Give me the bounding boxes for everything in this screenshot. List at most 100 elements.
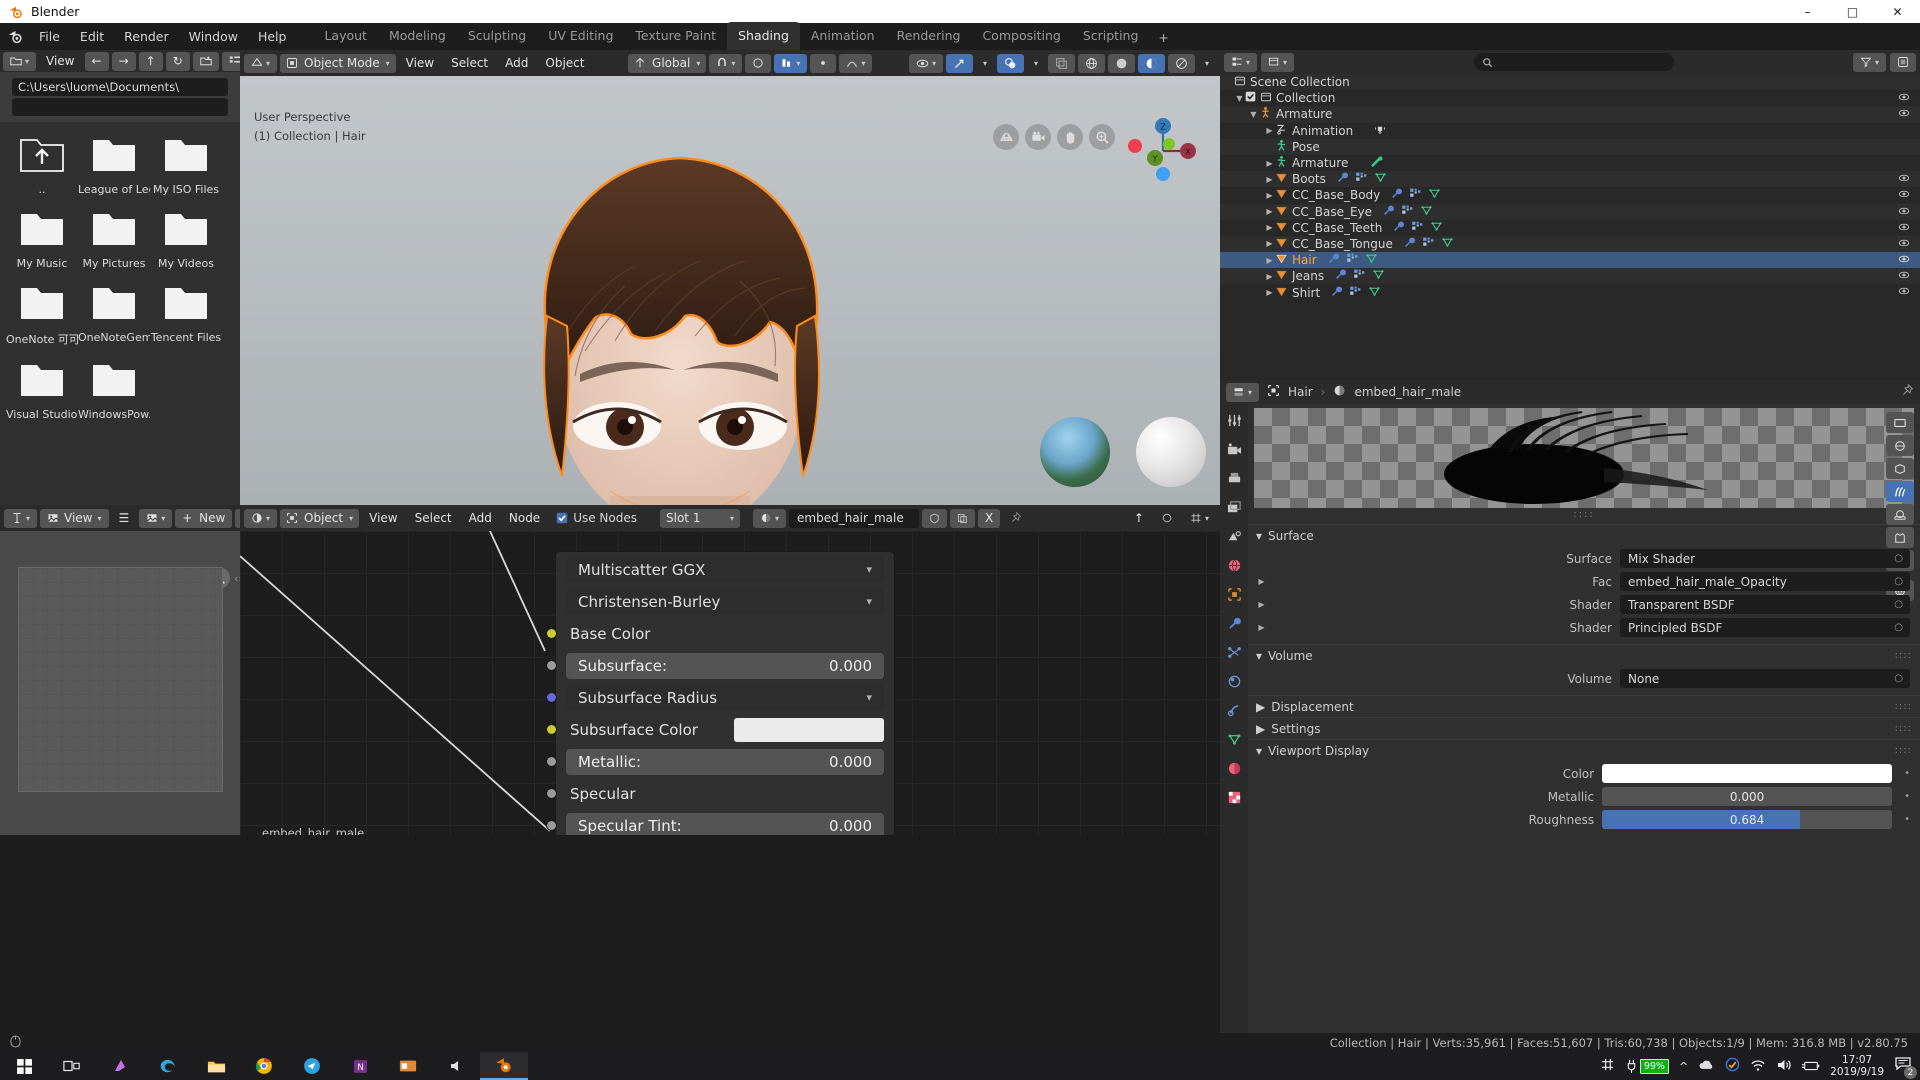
- tab-object-data-icon[interactable]: [1223, 729, 1245, 749]
- snap-magnet-button[interactable]: ▾: [709, 53, 743, 73]
- expand-triangle-icon[interactable]: ▶: [1264, 256, 1275, 265]
- tab-physics-icon[interactable]: [1223, 671, 1245, 691]
- battery-tray-icon[interactable]: [1802, 1057, 1820, 1076]
- file-item[interactable]: My Pictures: [78, 210, 150, 270]
- outliner-row-cc-base-tongue[interactable]: ▶ CC_Base_Tongue: [1220, 235, 1920, 253]
- visibility-eye-icon[interactable]: [1898, 221, 1910, 236]
- overlays-toggle-button[interactable]: [996, 53, 1024, 73]
- node-row-subsurface-radius[interactable]: Subsurface Radius ▾: [546, 683, 884, 712]
- browse-material-button[interactable]: ▾: [753, 508, 787, 528]
- blender-taskbar-icon[interactable]: [480, 1052, 528, 1080]
- preview-plane-icon[interactable]: [1886, 412, 1914, 433]
- onenote-icon[interactable]: N: [336, 1052, 384, 1080]
- outliner-row-armature-data[interactable]: ▶ Armature: [1220, 155, 1920, 171]
- editor-type-selector-outliner[interactable]: ▾: [1224, 52, 1258, 72]
- panel-expand-triangle-icon[interactable]: ▾: [1256, 529, 1262, 543]
- viewport-menu-select[interactable]: Select: [444, 54, 495, 73]
- image-editor-mode-button[interactable]: View ▾: [40, 508, 109, 528]
- link-dot-icon[interactable]: ○: [1894, 553, 1903, 564]
- node-row-specular[interactable]: Specular: [546, 779, 884, 808]
- image-browse-button[interactable]: ▾: [139, 508, 173, 528]
- visibility-eye-icon[interactable]: [1898, 253, 1910, 268]
- ime-icon[interactable]: [1600, 1057, 1615, 1076]
- viewport-menu-view[interactable]: View: [399, 54, 441, 73]
- menu-edit[interactable]: Edit: [71, 25, 113, 48]
- toggle-camera-perspective-icon[interactable]: [993, 124, 1019, 150]
- camera-view-icon[interactable]: [1025, 124, 1051, 150]
- shader-menu-select[interactable]: Select: [408, 509, 459, 528]
- expand-triangle-icon[interactable]: ▶: [1264, 159, 1275, 168]
- shading-material-preview-button[interactable]: [1137, 53, 1165, 73]
- fac-field[interactable]: embed_hair_male_Opacity ○: [1620, 572, 1910, 591]
- outliner-row-collection[interactable]: ▼ Collection: [1220, 90, 1920, 106]
- outliner-display-mode-button[interactable]: ▾: [1261, 52, 1295, 72]
- expand-triangle-icon[interactable]: ▼: [1248, 110, 1259, 119]
- outliner-row-animation[interactable]: ▶ Animation: [1220, 123, 1920, 139]
- show-hidden-icons-chevron[interactable]: ^: [1679, 1060, 1688, 1073]
- file-item[interactable]: My ISO Files: [150, 136, 222, 196]
- fake-user-button[interactable]: [922, 508, 948, 528]
- tab-texture-paint[interactable]: Texture Paint: [624, 22, 727, 50]
- app-icon[interactable]: [384, 1052, 432, 1080]
- shading-wireframe-button[interactable]: [1077, 53, 1105, 73]
- outliner-row-hair[interactable]: ▶ Hair: [1220, 252, 1920, 269]
- tab-sculpting[interactable]: Sculpting: [457, 22, 537, 50]
- image-editor-options-menu[interactable]: ☰: [112, 509, 137, 528]
- panel-grip[interactable]: ::::: [1895, 745, 1912, 756]
- tab-rendering[interactable]: Rendering: [886, 22, 972, 50]
- node-row-subsurface[interactable]: Subsurface: 0.000: [546, 651, 884, 680]
- metallic-node-slider[interactable]: Metallic: 0.000: [566, 748, 884, 775]
- expand-triangle-icon[interactable]: ▼: [1234, 94, 1245, 103]
- preview-sphere-icon[interactable]: [1886, 435, 1914, 456]
- menu-render[interactable]: Render: [115, 25, 178, 48]
- node-row-distribution[interactable]: Multiscatter GGX ▾: [566, 555, 884, 584]
- chrome-icon[interactable]: [240, 1052, 288, 1080]
- panel-expand-triangle-icon[interactable]: ▶: [1256, 722, 1265, 736]
- new-directory-button[interactable]: [192, 51, 219, 71]
- file-explorer-icon[interactable]: [192, 1052, 240, 1080]
- tab-compositing[interactable]: Compositing: [971, 22, 1071, 50]
- parent-directory-button[interactable]: ↑: [138, 51, 163, 71]
- shading-options-chevron[interactable]: ▾: [1198, 54, 1216, 73]
- close-button[interactable]: ✕: [1875, 0, 1920, 23]
- panel-header-settings[interactable]: ▶ Settings ::::: [1248, 717, 1920, 739]
- pin-icon[interactable]: [1901, 383, 1914, 400]
- image-editor-canvas[interactable]: ‹›: [0, 531, 243, 835]
- editor-type-selector-shader[interactable]: ▾: [244, 508, 278, 528]
- tab-shading[interactable]: Shading: [727, 22, 800, 50]
- material-preview-panel[interactable]: ::::: [1254, 408, 1914, 601]
- panel-header-surface[interactable]: ▾ Surface ::::: [1248, 524, 1920, 546]
- preview-cube-icon[interactable]: [1886, 458, 1914, 479]
- node-row-base-color[interactable]: Base Color: [546, 619, 884, 648]
- roughness-slider[interactable]: 0.684: [1602, 810, 1893, 829]
- overlay-dot-button[interactable]: [810, 53, 837, 73]
- file-item[interactable]: ..: [6, 136, 78, 196]
- minimize-button[interactable]: –: [1785, 0, 1830, 23]
- tab-animation[interactable]: Animation: [800, 22, 886, 50]
- socket-subsurface-color[interactable]: [546, 724, 557, 735]
- animate-dot-icon[interactable]: •: [1904, 814, 1910, 825]
- metallic-slider[interactable]: 0.000: [1602, 787, 1893, 806]
- menu-window[interactable]: Window: [180, 25, 247, 48]
- image-view-menu[interactable]: View: [62, 509, 94, 528]
- file-item[interactable]: My Videos: [150, 210, 222, 270]
- shader-field-transparent[interactable]: Transparent BSDF ○: [1620, 595, 1910, 614]
- zoom-magnifier-icon[interactable]: [1089, 124, 1115, 150]
- link-dot-icon[interactable]: ○: [1894, 673, 1903, 684]
- panel-expand-triangle-icon[interactable]: ▶: [1256, 700, 1265, 714]
- material-name-field[interactable]: embed_hair_male: [789, 508, 920, 528]
- editor-type-selector-viewport[interactable]: ▾: [244, 53, 278, 73]
- viewport-canvas[interactable]: User Perspective (1) Collection | Hair Z…: [240, 76, 1220, 505]
- subsurface-slider[interactable]: Subsurface: 0.000: [566, 652, 884, 679]
- visibility-eye-icon[interactable]: [1898, 91, 1910, 106]
- refresh-button[interactable]: ↻: [165, 51, 190, 71]
- outliner-filter-button[interactable]: ▾: [1853, 52, 1887, 72]
- link-dot-icon[interactable]: ○: [1894, 576, 1903, 587]
- socket-specular[interactable]: [546, 788, 557, 799]
- distribution-dropdown[interactable]: Multiscatter GGX ▾: [566, 556, 884, 583]
- gizmo-toggle-button[interactable]: [945, 53, 973, 73]
- tab-output-icon[interactable]: [1223, 468, 1245, 488]
- menu-help[interactable]: Help: [249, 25, 296, 48]
- surface-shader-field[interactable]: Mix Shader ○: [1620, 549, 1910, 568]
- shading-solid-button[interactable]: [1107, 53, 1135, 73]
